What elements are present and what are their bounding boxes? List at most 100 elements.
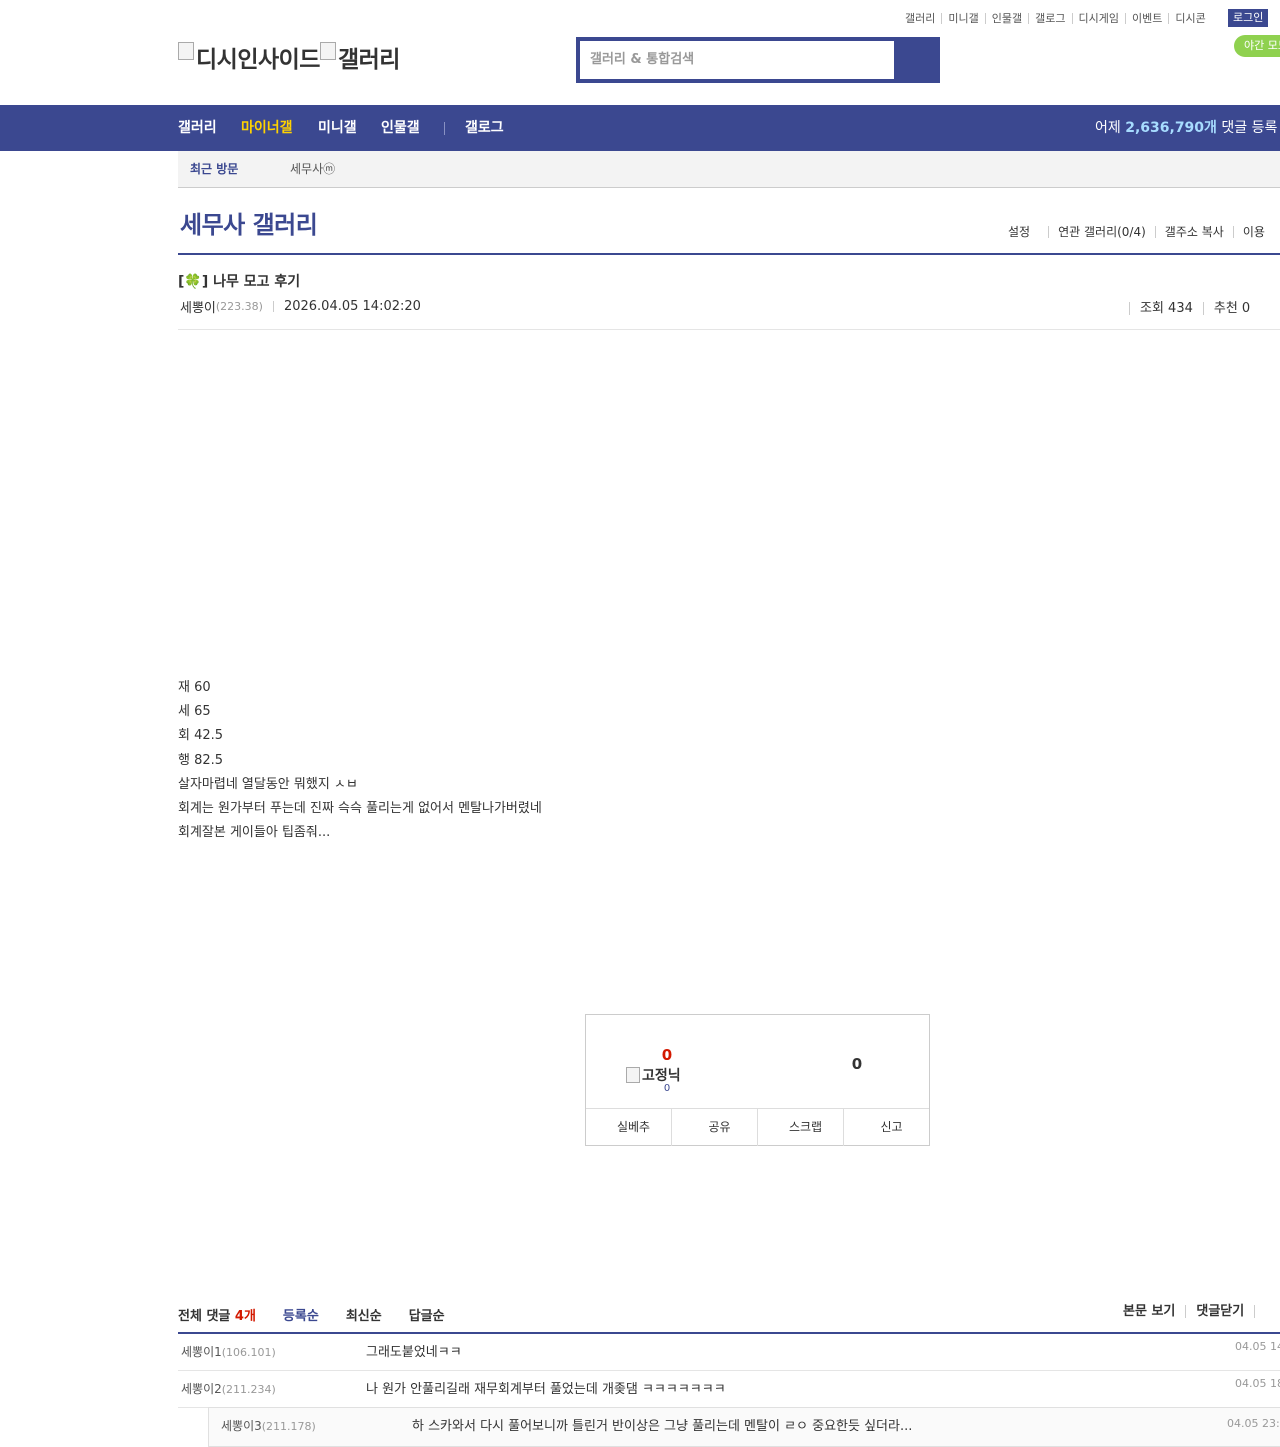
top-link-gallog[interactable]: 갤로그 <box>1028 12 1071 24</box>
post-author-ip: (223.38) <box>215 300 263 313</box>
post-body-line: 행 82.5 <box>178 752 224 768</box>
nav-item-mini-gallery[interactable]: 미니갤 <box>318 105 357 151</box>
copy-gallery-url-link[interactable]: 갤주소 복사 <box>1154 226 1233 238</box>
scrap-button[interactable]: 스크랩 <box>757 1109 843 1146</box>
top-link-person-gal[interactable]: 인물갤 <box>984 12 1028 24</box>
post-title: [🍀] 나무 모고 후기 <box>178 271 300 291</box>
logo-text-gallery: 갤러리 <box>337 47 400 73</box>
top-link-event[interactable]: 이벤트 <box>1124 12 1168 24</box>
yesterday-comment-count: 어제 2,636,790개 댓글 등록 <box>1095 105 1277 151</box>
related-gallery-link[interactable]: 연관 갤러리(0/4) <box>1048 226 1155 238</box>
post-body-line: 회계잘본 게이들아 팁좀줘... <box>178 825 331 841</box>
post-reco-count: 추천 0 <box>1202 301 1260 315</box>
reply-author-name: 세뽕이3 <box>221 1419 262 1433</box>
reply-text: 하 스카와서 다시 풀어보니까 틀린거 반이상은 그냥 풀리는데 멘탈이 ㄹㅇ … <box>412 1419 913 1434</box>
post-views: 조회 434 <box>1129 301 1203 315</box>
broken-image-icon <box>319 42 336 60</box>
site-logo[interactable]: 디시인사이드 갤러리 <box>178 40 400 74</box>
title-divider <box>178 253 1280 255</box>
post-body-line: 살자마렵네 열달동안 뭐했지 ㅅㅂ <box>178 776 358 792</box>
top-link-dccon[interactable]: 디시콘 <box>1168 12 1211 24</box>
sort-latest[interactable]: 최신순 <box>346 1305 382 1324</box>
top-link-minigal[interactable]: 미니갤 <box>941 12 984 24</box>
comment-author-ip: (106.101) <box>221 1346 276 1359</box>
comment-author-ip: (211.234) <box>221 1383 276 1396</box>
post-body: 재 60 세 65 회 42.5 행 82.5 살자마렵네 열달동안 뭐했지 ㅅ… <box>178 676 542 845</box>
search-box: 갤러리 & 통합검색 <box>576 37 940 83</box>
fixed-nick-recommend[interactable]: 고정닉 <box>626 1065 681 1085</box>
nav-item-gallery[interactable]: 갤러리 <box>178 105 217 151</box>
comment-author-name: 세뽕이1 <box>181 1345 222 1359</box>
yesterday-count: 2,636,790개 <box>1125 120 1217 136</box>
post-header-divider <box>178 329 1280 330</box>
comment-author[interactable]: 세뽕이2(211.234) <box>181 1371 276 1408</box>
nav-item-minor-gallery[interactable]: 마이너갤 <box>241 105 293 151</box>
logo-text-dcinside: 디시인사이드 <box>196 47 320 73</box>
meta-separator <box>272 301 274 312</box>
recent-visit-bar: 최근 방문 세무사ⓜ <box>178 151 1280 188</box>
post-body-line: 회 42.5 <box>178 728 224 744</box>
nav-item-gallog[interactable]: 갤로그 <box>465 105 504 151</box>
post-body-line: 세 65 <box>178 704 211 720</box>
recommend-box: 0 고정닉 0 0 실베추 공유 스크랩 신고 <box>585 1014 930 1146</box>
sort-replies[interactable]: 답글순 <box>409 1305 445 1324</box>
main-nav: 갤러리 마이너갤 미니갤 인물갤 갤로그 어제 2,636,790개 댓글 등록 <box>0 105 1280 151</box>
yesterday-prefix: 어제 <box>1095 120 1121 136</box>
close-comments-link[interactable]: 댓글닫기 <box>1185 1305 1254 1318</box>
broken-image-icon <box>626 1067 640 1083</box>
comment-date: 04.05 18 <box>1235 1377 1280 1390</box>
comment-row: 세뽕이1(106.101) 그래도붙었네ㅋㅋ 04.05 14 <box>178 1334 1280 1371</box>
comment-author-name: 세뽕이2 <box>181 1382 222 1396</box>
reply-author[interactable]: 세뽕이3(211.178) <box>221 1408 316 1445</box>
recommend-up-count: 0 <box>661 1046 673 1064</box>
fixed-nick-count: 0 <box>663 1083 671 1094</box>
gallery-settings-link[interactable]: 설정 <box>1008 226 1048 238</box>
gallery-tools: 설정 연관 갤러리(0/4) 갤주소 복사 이용 <box>1008 226 1274 238</box>
post-title-text: ] 나무 모고 후기 <box>201 274 301 290</box>
reply-row: 세뽕이3(211.178) 하 스카와서 다시 풀어보니까 틀린거 반이상은 그… <box>208 1407 1280 1447</box>
post-body-line: 재 60 <box>178 680 211 695</box>
recommend-actions: 실베추 공유 스크랩 신고 <box>586 1108 929 1146</box>
comment-text: 그래도붙었네ㅋㅋ <box>366 1345 462 1360</box>
report-button[interactable]: 신고 <box>843 1109 929 1146</box>
post-body-line: 회계는 원가부터 푸는데 진짜 슥슥 풀리는게 없어서 멘탈나가버렸네 <box>178 800 542 816</box>
comment-row: 세뽕이2(211.234) 나 원가 안풀리길래 재무회계부터 풀었는데 개좆댐… <box>178 1371 1280 1408</box>
search-button[interactable] <box>898 41 936 79</box>
nav-item-person-gallery[interactable]: 인물갤 <box>381 105 420 151</box>
post-meta: 세뽕이 (223.38) 2026.04.05 14:02:20 <box>180 297 421 316</box>
share-button[interactable]: 공유 <box>671 1109 757 1146</box>
top-utility-links: 갤러리 미니갤 인물갤 갤로그 디시게임 이벤트 디시콘 <box>903 10 1212 26</box>
comment-date: 04.05 14 <box>1235 1340 1280 1353</box>
comment-header: 전체 댓글 4개 등록순 최신순 답글순 <box>178 1305 445 1324</box>
recommend-down-count: 0 <box>851 1055 863 1073</box>
reply-date: 04.05 23:1 <box>1227 1417 1280 1430</box>
post-datetime: 2026.04.05 14:02:20 <box>283 299 421 314</box>
recent-visit-label[interactable]: 최근 방문 <box>190 151 238 188</box>
night-mode-button[interactable]: 야간 모드 <box>1234 35 1280 57</box>
comment-total-count: 4개 <box>234 1309 256 1324</box>
login-button[interactable]: 로그인 <box>1228 9 1269 27</box>
view-post-link[interactable]: 본문 보기 <box>1123 1305 1185 1318</box>
comment-text: 나 원가 안풀리길래 재무회계부터 풀었는데 개좆댐 ㅋㅋㅋㅋㅋㅋㅋ <box>366 1382 726 1397</box>
post-stats: 조회 434 추천 0 <box>1129 299 1280 317</box>
clover-icon: 🍀 <box>184 274 202 290</box>
refresh-comments-link[interactable] <box>1254 1305 1275 1318</box>
search-input[interactable]: 갤러리 & 통합검색 <box>580 41 894 79</box>
comment-author[interactable]: 세뽕이1(106.101) <box>181 1334 276 1371</box>
nav-divider <box>444 122 445 135</box>
comment-total-label: 전체 댓글 <box>178 1309 231 1324</box>
post-author[interactable]: 세뽕이 <box>180 297 216 316</box>
broken-image-icon <box>178 42 194 60</box>
gallery-title[interactable]: 세무사 갤러리 <box>180 205 318 240</box>
reply-author-ip: (211.178) <box>261 1420 316 1433</box>
realbest-recommend-button[interactable]: 실베추 <box>586 1109 671 1146</box>
recent-visit-item[interactable]: 세무사ⓜ <box>290 151 335 188</box>
comment-total: 전체 댓글 4개 <box>178 1305 256 1324</box>
sort-registered[interactable]: 등록순 <box>283 1305 319 1324</box>
yesterday-suffix: 댓글 등록 <box>1221 120 1278 136</box>
top-link-dcgame[interactable]: 디시게임 <box>1071 12 1125 24</box>
top-link-gallery[interactable]: 갤러리 <box>903 13 941 24</box>
fixed-nick-label: 고정닉 <box>642 1068 681 1084</box>
comment-header-right: 본문 보기 댓글닫기 <box>1123 1305 1275 1318</box>
gallery-usage-link[interactable]: 이용 <box>1232 226 1274 238</box>
